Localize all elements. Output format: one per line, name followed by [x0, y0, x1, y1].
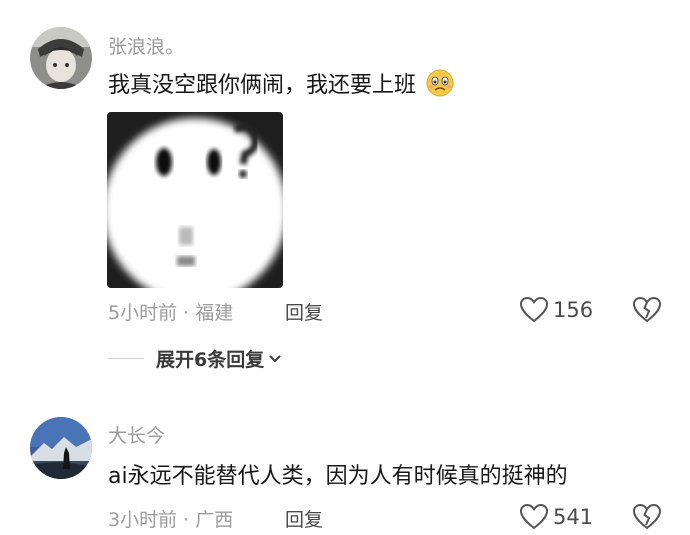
- comment-text: 我真没空跟你俩闹，我还要上班: [108, 67, 455, 99]
- reply-button[interactable]: 回复: [285, 505, 323, 532]
- avatar[interactable]: [30, 27, 92, 89]
- comment-time: 3小时前: [108, 509, 178, 531]
- comment-location: 广西: [195, 509, 234, 531]
- comment-text-body: 我真没空跟你俩闹，我还要上班: [108, 73, 417, 98]
- comment-meta: 5小时前 · 福建: [108, 298, 233, 325]
- avatar[interactable]: [30, 417, 92, 479]
- broken-heart-icon: [632, 296, 662, 324]
- dislike-button[interactable]: [632, 503, 662, 531]
- dislike-button[interactable]: [632, 296, 662, 324]
- meta-separator: ·: [183, 302, 190, 324]
- comment-image[interactable]: [107, 112, 283, 288]
- broken-heart-icon: [632, 503, 662, 531]
- like-count: 156: [553, 298, 594, 322]
- like-button[interactable]: 541: [519, 503, 593, 531]
- comment-text: ai永远不能替代人类，因为人有时候真的挺神的: [108, 464, 568, 489]
- comment-meta: 3小时前 · 广西: [108, 505, 233, 532]
- like-button[interactable]: 156: [519, 296, 593, 324]
- frowning-face-emoji-icon: [425, 68, 455, 98]
- expand-replies-label: 展开6条回复: [156, 349, 265, 371]
- divider-line: [108, 358, 144, 359]
- comment-username[interactable]: 大长今: [108, 421, 165, 448]
- comment-time: 5小时前: [108, 302, 178, 324]
- comment-location: 福建: [195, 302, 234, 324]
- reply-button[interactable]: 回复: [285, 298, 323, 325]
- heart-icon: [519, 503, 549, 531]
- like-count: 541: [553, 505, 594, 529]
- chevron-down-icon: [268, 352, 282, 366]
- comment-username[interactable]: 张浪浪。: [108, 32, 184, 59]
- expand-replies-button[interactable]: 展开6条回复: [156, 345, 282, 372]
- meta-separator: ·: [183, 509, 190, 531]
- heart-icon: [519, 296, 549, 324]
